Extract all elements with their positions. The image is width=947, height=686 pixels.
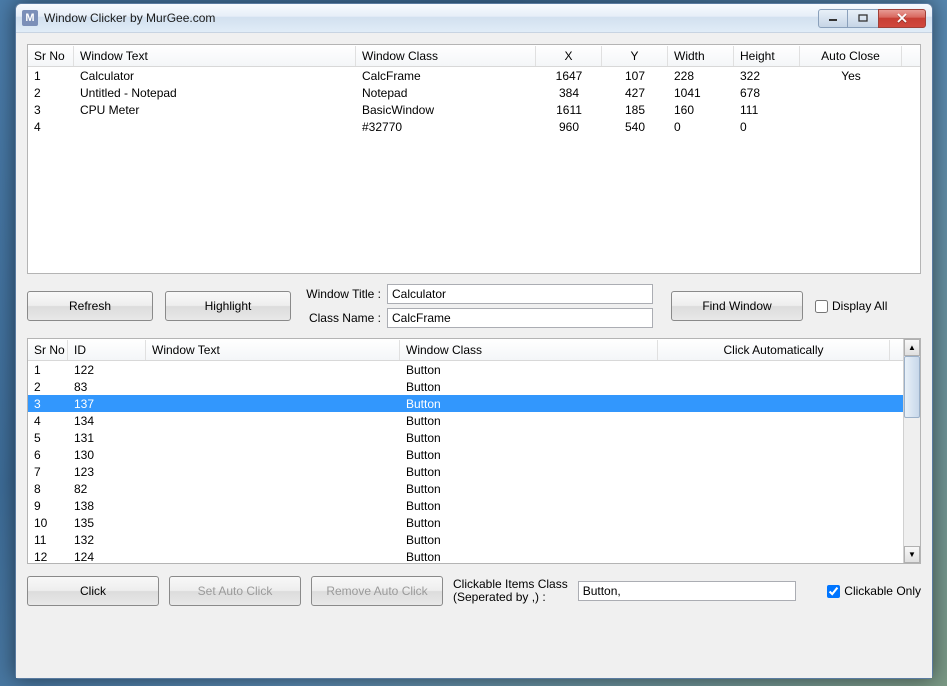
column-header[interactable]: ID <box>68 340 146 360</box>
column-header[interactable]: Window Class <box>400 340 658 360</box>
highlight-button[interactable]: Highlight <box>165 291 291 321</box>
column-header[interactable]: Auto Close <box>800 46 902 66</box>
find-window-button[interactable]: Find Window <box>671 291 803 321</box>
mid-controls: Refresh Highlight Window Title : Class N… <box>27 282 921 330</box>
table-row[interactable]: 6130Button <box>28 446 903 463</box>
scrollbar[interactable]: ▲ ▼ <box>903 339 920 563</box>
column-header[interactable]: Sr No <box>28 340 68 360</box>
refresh-button[interactable]: Refresh <box>27 291 153 321</box>
column-header[interactable]: Y <box>602 46 668 66</box>
table-row[interactable]: 5131Button <box>28 429 903 446</box>
app-window: M Window Clicker by MurGee.com Sr NoWind… <box>15 3 933 679</box>
column-header[interactable]: Height <box>734 46 800 66</box>
bottom-controls: Click Set Auto Click Remove Auto Click C… <box>27 572 921 606</box>
window-title-label: Window Title : <box>303 287 381 301</box>
column-header[interactable]: Window Class <box>356 46 536 66</box>
clickable-items-label: Clickable Items Class (Seperated by ,) : <box>453 578 568 604</box>
table-row[interactable]: 11132Button <box>28 531 903 548</box>
table-row[interactable]: 7123Button <box>28 463 903 480</box>
table-row[interactable]: 2Untitled - NotepadNotepad3844271041678 <box>28 84 920 101</box>
table-row[interactable]: 10135Button <box>28 514 903 531</box>
remove-auto-click-button[interactable]: Remove Auto Click <box>311 576 443 606</box>
display-all-checkbox[interactable]: Display All <box>815 299 887 313</box>
window-title-input[interactable] <box>387 284 653 304</box>
table-row[interactable]: 1122Button <box>28 361 903 378</box>
click-button[interactable]: Click <box>27 576 159 606</box>
table-row[interactable]: 3137Button <box>28 395 903 412</box>
table-row[interactable]: 12124Button <box>28 548 903 563</box>
scroll-down-icon[interactable]: ▼ <box>904 546 920 563</box>
clickable-items-input[interactable] <box>578 581 796 601</box>
table-row[interactable]: 4134Button <box>28 412 903 429</box>
client-area: Sr NoWindow TextWindow ClassXYWidthHeigh… <box>16 33 932 678</box>
app-icon: M <box>22 10 38 26</box>
window-title: Window Clicker by MurGee.com <box>44 11 818 25</box>
table-row[interactable]: 3CPU MeterBasicWindow1611185160111 <box>28 101 920 118</box>
minimize-button[interactable] <box>818 9 848 28</box>
windows-table[interactable]: Sr NoWindow TextWindow ClassXYWidthHeigh… <box>27 44 921 274</box>
clickable-only-checkbox[interactable]: Clickable Only <box>827 584 921 598</box>
column-header[interactable]: Click Automatically <box>658 340 890 360</box>
column-header[interactable]: Width <box>668 46 734 66</box>
column-header[interactable]: Window Text <box>146 340 400 360</box>
class-name-label: Class Name : <box>303 311 381 325</box>
table-row[interactable]: 1CalculatorCalcFrame1647107228322Yes <box>28 67 920 84</box>
column-header[interactable]: X <box>536 46 602 66</box>
scroll-up-icon[interactable]: ▲ <box>904 339 920 356</box>
close-button[interactable] <box>878 9 926 28</box>
table-row[interactable]: 283Button <box>28 378 903 395</box>
table-row[interactable]: 9138Button <box>28 497 903 514</box>
column-header[interactable]: Sr No <box>28 46 74 66</box>
class-name-input[interactable] <box>387 308 653 328</box>
table-row[interactable]: 4#3277096054000 <box>28 118 920 135</box>
scroll-thumb[interactable] <box>904 356 920 418</box>
controls-table[interactable]: Sr NoIDWindow TextWindow ClassClick Auto… <box>27 338 921 564</box>
set-auto-click-button[interactable]: Set Auto Click <box>169 576 301 606</box>
maximize-button[interactable] <box>848 9 878 28</box>
titlebar[interactable]: M Window Clicker by MurGee.com <box>16 4 932 33</box>
column-header[interactable]: Window Text <box>74 46 356 66</box>
table-row[interactable]: 882Button <box>28 480 903 497</box>
